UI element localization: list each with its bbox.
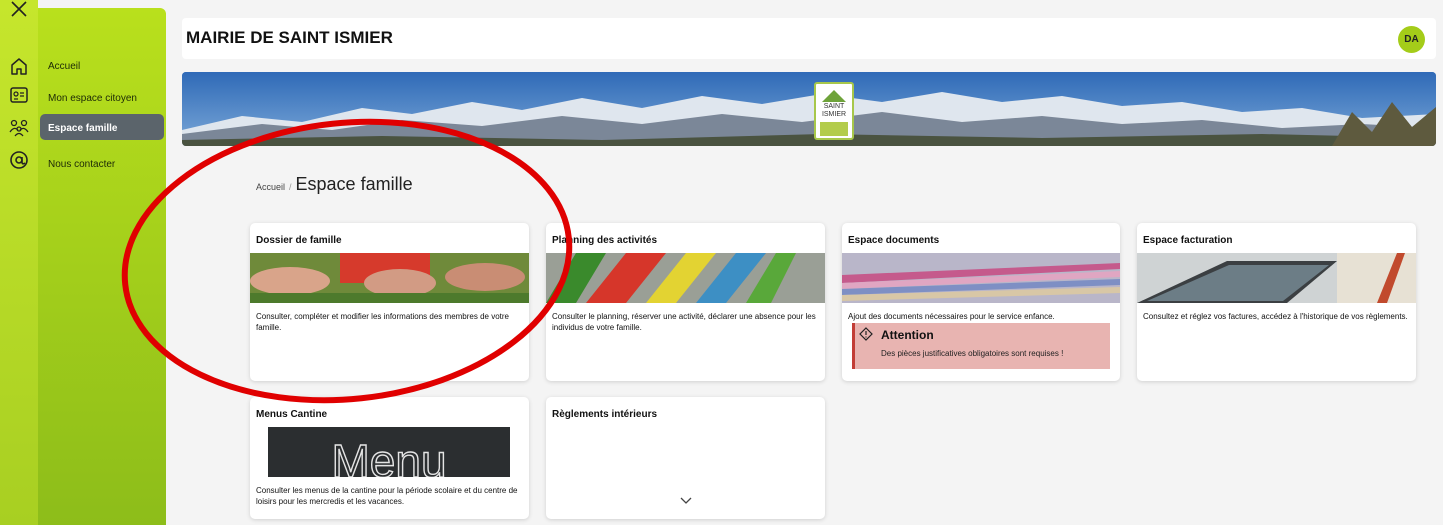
card-title: Menus Cantine	[256, 409, 328, 420]
card-dossier-de-famille[interactable]: Dossier de famille Consulter, compléter …	[250, 223, 529, 381]
page-title: MAIRIE DE SAINT ISMIER	[186, 28, 393, 47]
attention-alert: Attention Des pièces justificatives obli…	[852, 323, 1110, 369]
card-title: Règlements intérieurs	[552, 409, 658, 420]
top-header: MAIRIE DE SAINT ISMIER DA	[182, 18, 1436, 59]
card-description: Ajout des documents nécessaires pour le …	[848, 312, 1055, 321]
card-title: Espace documents	[848, 235, 940, 246]
card-planning-des-activites[interactable]: Planning des activités Consulter le plan…	[546, 223, 825, 381]
card-title: Planning des activités	[552, 235, 658, 246]
mountain-banner: SAINT ISMIER	[182, 72, 1436, 146]
card-image: Menu	[268, 427, 510, 477]
sidebar-item-label: Espace famille	[48, 123, 118, 134]
card-espace-facturation[interactable]: Espace facturation Consultez et réglez v…	[1137, 223, 1416, 381]
card-description: Consulter les menus de la cantine pour l…	[256, 486, 518, 506]
sidebar-item-label: Nous contacter	[48, 159, 116, 170]
alert-title: Attention	[881, 328, 934, 342]
icon-rail	[0, 0, 38, 525]
at-sign-icon[interactable]	[8, 149, 30, 171]
card-image	[250, 253, 529, 303]
sidebar-item-label: Mon espace citoyen	[48, 93, 137, 104]
close-icon[interactable]	[8, 0, 30, 22]
card-description: Consultez et réglez vos factures, accéde…	[1143, 312, 1408, 321]
card-title: Dossier de famille	[256, 235, 342, 246]
breadcrumb-current: Espace famille	[295, 174, 413, 194]
sidebar-item-label: Accueil	[48, 61, 81, 72]
family-icon[interactable]	[8, 116, 30, 138]
sidebar-item-nous-contacter[interactable]: Nous contacter	[38, 150, 166, 176]
breadcrumb-separator: /	[289, 182, 292, 192]
id-card-icon[interactable]	[8, 84, 30, 106]
saint-ismier-logo: SAINT ISMIER	[814, 82, 854, 140]
card-reglements-interieurs[interactable]: Règlements intérieurs	[546, 397, 825, 519]
card-image	[842, 253, 1120, 303]
sidebar-item-espace-famille[interactable]: Espace famille	[40, 114, 164, 140]
mountain-image	[182, 72, 1436, 146]
breadcrumb-home-link[interactable]: Accueil	[256, 182, 285, 192]
home-icon[interactable]	[8, 55, 30, 77]
card-image	[546, 253, 825, 303]
card-description: Consulter le planning, réserver une acti…	[552, 312, 816, 332]
menu-chalk-text: Menu	[331, 435, 446, 477]
sidebar-menu: Accueil Mon espace citoyen Espace famill…	[38, 8, 166, 525]
alert-text: Des pièces justificatives obligatoires s…	[881, 349, 1064, 358]
breadcrumb: Accueil / Espace famille	[256, 174, 413, 195]
card-image	[1137, 253, 1416, 303]
sidebar-item-accueil[interactable]: Accueil	[38, 52, 166, 78]
warning-diamond-icon	[859, 327, 873, 341]
card-menus-cantine[interactable]: Menus Cantine Menu Consulter les menus d…	[250, 397, 529, 519]
card-description: Consulter, compléter et modifier les inf…	[256, 312, 509, 332]
chevron-down-icon[interactable]	[680, 497, 692, 505]
avatar[interactable]: DA	[1398, 26, 1425, 53]
card-title: Espace facturation	[1143, 235, 1233, 246]
card-espace-documents[interactable]: Espace documents Ajout des documents néc…	[842, 223, 1120, 381]
sidebar-item-mon-espace-citoyen[interactable]: Mon espace citoyen	[38, 84, 166, 110]
